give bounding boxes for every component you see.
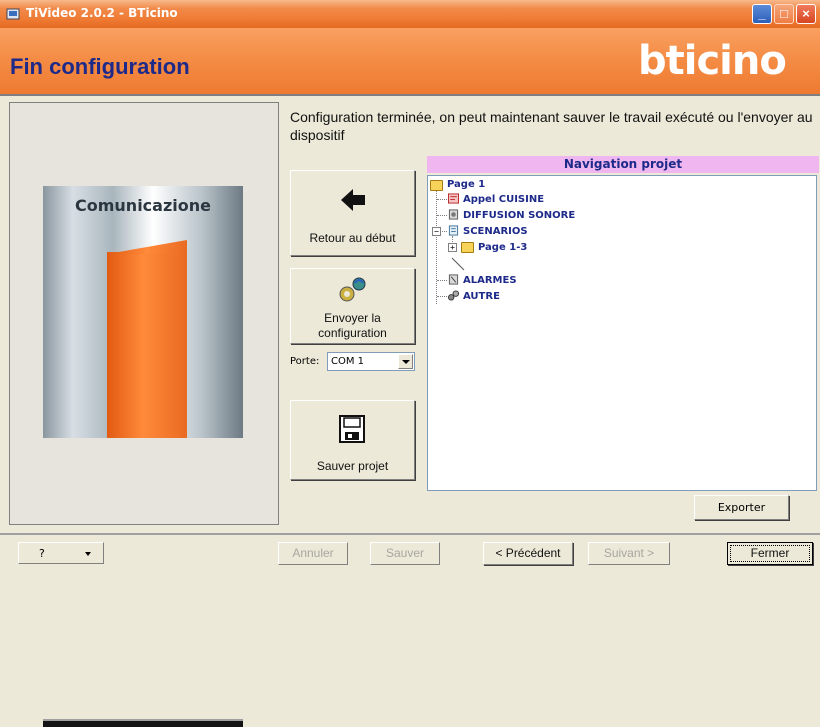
fermer-label: Fermer bbox=[730, 545, 810, 562]
help-dropdown[interactable]: ? bbox=[18, 542, 104, 564]
tree-item-autre[interactable]: AUTRE bbox=[463, 291, 500, 302]
close-icon: × bbox=[802, 6, 810, 21]
sauver-projet-button[interactable]: Sauver projet bbox=[290, 400, 415, 480]
tree-line bbox=[436, 188, 437, 304]
speaker-icon bbox=[448, 209, 459, 220]
description-text: Configuration terminée, on peut maintena… bbox=[290, 109, 813, 143]
minimize-icon: _ bbox=[758, 6, 766, 21]
tree-line bbox=[437, 215, 447, 216]
retour-label: Retour au début bbox=[309, 231, 396, 245]
app-icon bbox=[6, 8, 20, 20]
tree-item-scenarios[interactable]: SCENARIOS bbox=[463, 226, 528, 237]
tree-item-page-1[interactable]: Page 1 bbox=[447, 179, 485, 190]
header-band: Fin configuration bticino bbox=[0, 28, 820, 96]
circuit-graphic bbox=[107, 252, 187, 438]
empty-node-line bbox=[451, 257, 465, 271]
scenario-icon bbox=[448, 225, 459, 236]
bticino-logo: bticino bbox=[638, 38, 787, 84]
title-bar[interactable]: TiVideo 2.0.2 - BTicino _ □ × bbox=[0, 0, 820, 28]
app-window: TiVideo 2.0.2 - BTicino _ □ × Fin config… bbox=[0, 0, 820, 727]
exporter-button[interactable]: Exporter bbox=[694, 495, 789, 520]
folder-icon bbox=[461, 242, 474, 253]
image-title: Comunicazione bbox=[75, 196, 211, 215]
expand-page-1-3-icon[interactable]: + bbox=[448, 243, 457, 252]
tree-line bbox=[437, 199, 447, 200]
sauver-button[interactable]: Sauver bbox=[370, 542, 440, 565]
bottom-toolbar: ? Annuler Sauver < Précédent Suivant > F… bbox=[0, 533, 820, 569]
porte-label: Porte: bbox=[290, 356, 320, 367]
comunicazione-image: Comunicazione bbox=[43, 186, 243, 727]
floppy-disk-icon bbox=[339, 415, 365, 443]
illustration-panel: Comunicazione bbox=[9, 102, 279, 727]
retour-button[interactable]: Retour au début bbox=[290, 170, 415, 256]
maximize-button[interactable]: □ bbox=[774, 4, 794, 24]
help-label: ? bbox=[39, 547, 45, 560]
precedent-button[interactable]: < Précédent bbox=[483, 542, 573, 565]
tree-line bbox=[437, 280, 447, 281]
suivant-button[interactable]: Suivant > bbox=[588, 542, 670, 565]
annuler-button[interactable]: Annuler bbox=[278, 542, 348, 565]
alarm-icon bbox=[448, 274, 459, 285]
sauver-projet-label: Sauver projet bbox=[316, 459, 389, 473]
tree-item-appel-cuisine[interactable]: Appel CUISINE bbox=[463, 194, 544, 205]
window-title: TiVideo 2.0.2 - BTicino bbox=[26, 6, 178, 20]
tree-item-diffusion-sonore[interactable]: DIFFUSION SONORE bbox=[463, 210, 575, 221]
envoyer-label: Envoyer la configuration bbox=[291, 311, 414, 341]
call-icon bbox=[448, 193, 459, 204]
navigation-tree[interactable]: Page 1 Appel CUISINE DIFFUSION SONORE − … bbox=[427, 175, 817, 491]
tree-line bbox=[437, 296, 447, 297]
page-title: Fin configuration bbox=[10, 54, 190, 79]
fermer-button[interactable]: Fermer bbox=[727, 542, 813, 565]
image-footer bbox=[43, 719, 243, 727]
envoyer-label-line1: Envoyer la bbox=[324, 311, 381, 325]
envoyer-label-line2: configuration bbox=[318, 326, 387, 340]
navigation-header: Navigation projet bbox=[427, 156, 819, 173]
collapse-scenarios-icon[interactable]: − bbox=[432, 227, 441, 236]
dropdown-arrow-icon[interactable] bbox=[398, 354, 413, 369]
send-gear-icon bbox=[339, 277, 366, 302]
close-button[interactable]: × bbox=[796, 4, 816, 24]
tree-item-alarmes[interactable]: ALARMES bbox=[463, 275, 517, 286]
other-icon bbox=[448, 290, 459, 301]
minimize-button[interactable]: _ bbox=[752, 4, 772, 24]
tree-item-page-1-3[interactable]: Page 1-3 bbox=[478, 242, 527, 253]
maximize-icon: □ bbox=[780, 6, 788, 21]
folder-icon bbox=[430, 180, 443, 191]
porte-value: COM 1 bbox=[331, 356, 365, 367]
back-arrow-icon bbox=[341, 189, 365, 211]
chevron-down-icon bbox=[85, 552, 91, 556]
porte-select[interactable]: COM 1 bbox=[327, 352, 415, 371]
envoyer-button[interactable]: Envoyer la configuration bbox=[290, 268, 415, 344]
